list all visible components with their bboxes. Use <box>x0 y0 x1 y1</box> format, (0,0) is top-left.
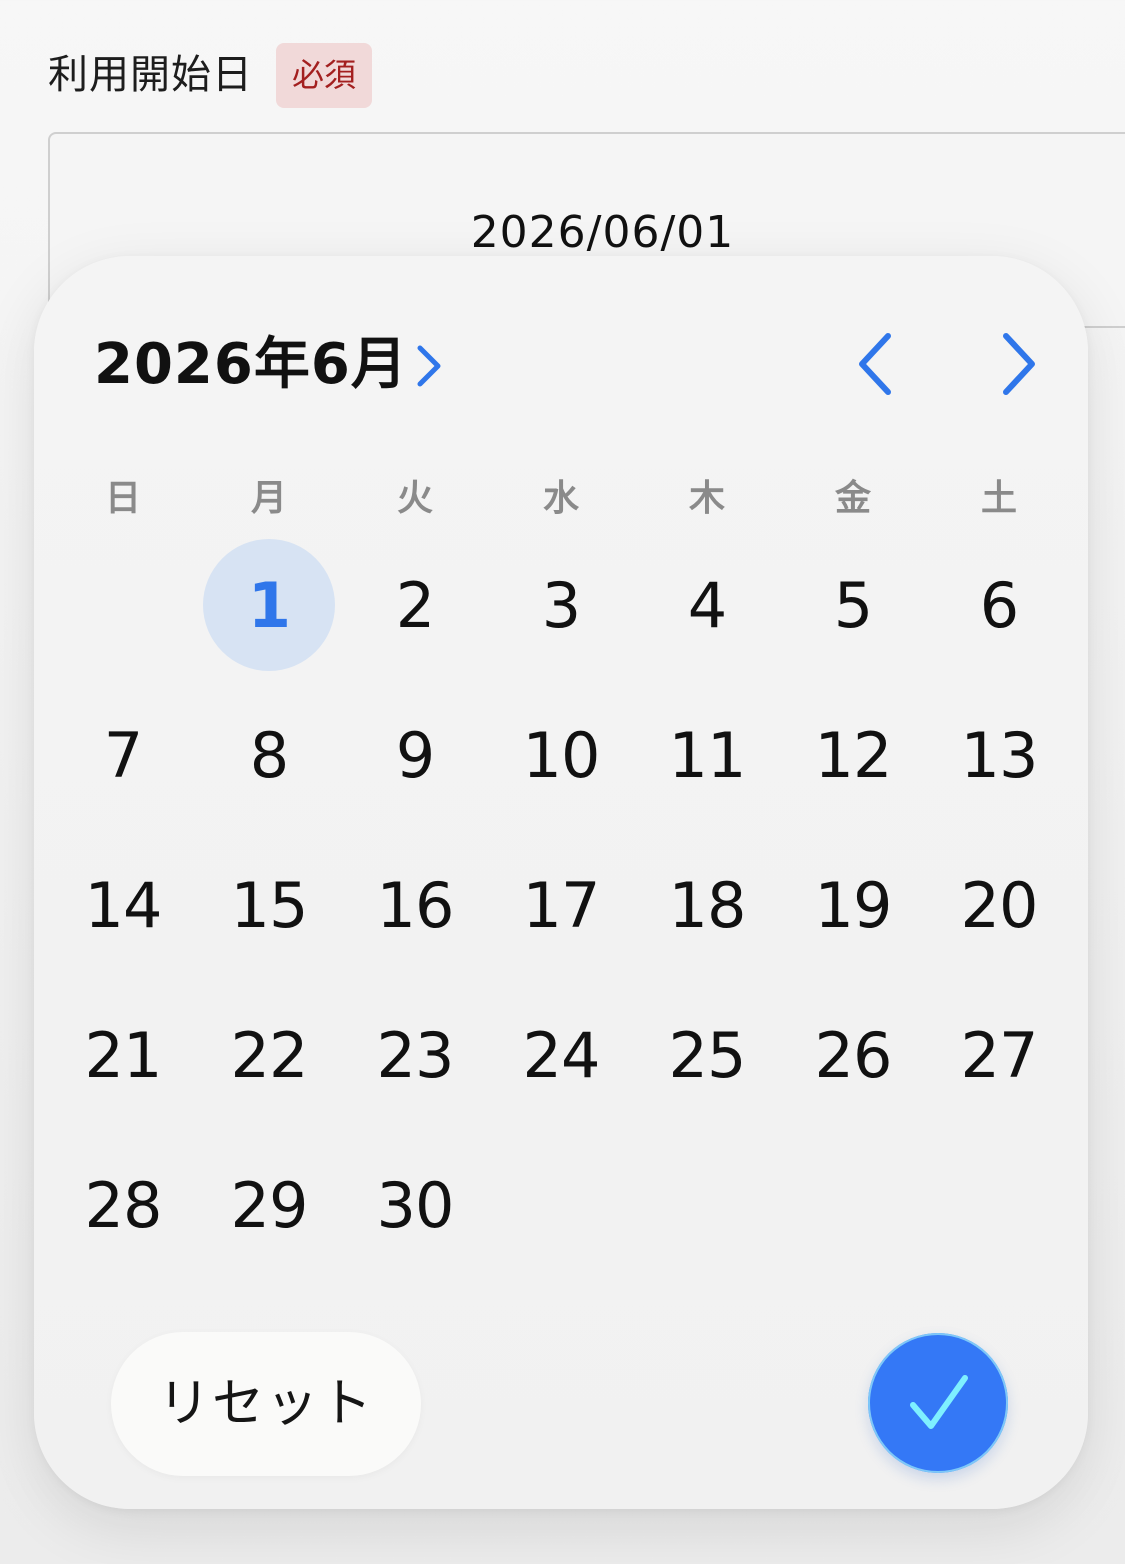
calendar-day-number: 20 <box>960 868 1039 942</box>
calendar-day[interactable]: 24 <box>488 980 634 1130</box>
calendar-day[interactable]: 21 <box>50 980 196 1130</box>
calendar-day[interactable]: 11 <box>634 680 780 830</box>
calendar-day[interactable]: 29 <box>196 1130 342 1280</box>
chevron-right-icon[interactable] <box>410 338 450 394</box>
field-label: 利用開始日 <box>48 52 253 98</box>
weekday-sat: 土 <box>980 478 1017 519</box>
calendar-day-number: 28 <box>84 1168 163 1242</box>
calendar-day-number: 4 <box>687 568 727 642</box>
calendar-day[interactable]: 15 <box>196 830 342 980</box>
calendar-day-number: 24 <box>522 1018 601 1092</box>
reset-button[interactable]: リセット <box>111 1332 421 1476</box>
weekday-tue: 火 <box>396 478 433 519</box>
calendar-day[interactable]: 16 <box>342 830 488 980</box>
weekday-mon: 月 <box>250 478 287 519</box>
confirm-button[interactable] <box>868 1333 1008 1473</box>
calendar-day[interactable]: 9 <box>342 680 488 830</box>
calendar-day-number: 7 <box>103 718 143 792</box>
calendar-day-number: 3 <box>541 568 581 642</box>
weekday-header: 日 月 火 水 木 金 土 <box>50 474 1072 524</box>
calendar-day-number: 18 <box>668 868 747 942</box>
calendar-day-number: 6 <box>979 568 1019 642</box>
calendar-day-number: 19 <box>814 868 893 942</box>
calendar-day[interactable]: 13 <box>926 680 1072 830</box>
calendar-day[interactable]: 4 <box>634 530 780 680</box>
calendar-day[interactable]: 19 <box>780 830 926 980</box>
calendar-day-number: 25 <box>668 1018 747 1092</box>
calendar-day[interactable]: 14 <box>50 830 196 980</box>
chevron-right-icon[interactable] <box>984 326 1060 402</box>
calendar-empty-cell <box>50 530 196 680</box>
calendar-day-number: 27 <box>960 1018 1039 1092</box>
calendar-day-number: 1 <box>203 539 335 671</box>
calendar-day[interactable]: 3 <box>488 530 634 680</box>
calendar-day[interactable]: 7 <box>50 680 196 830</box>
calendar-day-number: 12 <box>814 718 893 792</box>
calendar-day-number: 22 <box>230 1018 309 1092</box>
calendar-day[interactable]: 12 <box>780 680 926 830</box>
calendar-day-number: 16 <box>376 868 455 942</box>
calendar-day-number: 9 <box>395 718 435 792</box>
weekday-wed: 水 <box>542 478 579 519</box>
calendar-day[interactable]: 8 <box>196 680 342 830</box>
checkmark-icon <box>910 1375 968 1429</box>
calendar-day-number: 23 <box>376 1018 455 1092</box>
calendar-day[interactable]: 6 <box>926 530 1072 680</box>
calendar-month-title[interactable]: 2026年6月 <box>94 332 408 398</box>
calendar-day-number: 15 <box>230 868 309 942</box>
calendar-day-number: 8 <box>249 718 289 792</box>
calendar-day-number: 29 <box>230 1168 309 1242</box>
calendar-day-number: 11 <box>668 718 747 792</box>
weekday-fri: 金 <box>834 478 871 519</box>
weekday-thu: 木 <box>688 478 725 519</box>
calendar-day-selected[interactable]: 1 <box>196 530 342 680</box>
calendar-day-number: 30 <box>376 1168 455 1242</box>
calendar-day[interactable]: 27 <box>926 980 1072 1130</box>
calendar-day-number: 13 <box>960 718 1039 792</box>
calendar-day[interactable]: 23 <box>342 980 488 1130</box>
calendar-day-number: 21 <box>84 1018 163 1092</box>
calendar-day[interactable]: 20 <box>926 830 1072 980</box>
calendar-day[interactable]: 2 <box>342 530 488 680</box>
calendar-day[interactable]: 26 <box>780 980 926 1130</box>
calendar-day[interactable]: 17 <box>488 830 634 980</box>
date-input-value: 2026/06/01 <box>470 207 735 258</box>
calendar-day[interactable]: 28 <box>50 1130 196 1280</box>
calendar-day[interactable]: 25 <box>634 980 780 1130</box>
required-badge: 必須 <box>276 43 372 108</box>
calendar-day[interactable]: 5 <box>780 530 926 680</box>
calendar-day-number: 14 <box>84 868 163 942</box>
calendar-day-number: 26 <box>814 1018 893 1092</box>
calendar-days-grid: 1 2 3 4 5 6 7 8 9 10 11 12 13 14 15 16 1… <box>50 530 1072 1280</box>
weekday-sun: 日 <box>104 478 141 519</box>
calendar-day-number: 5 <box>833 568 873 642</box>
calendar-day-number: 10 <box>522 718 601 792</box>
calendar-day[interactable]: 22 <box>196 980 342 1130</box>
calendar-day[interactable]: 18 <box>634 830 780 980</box>
calendar-popover: 2026年6月 日 月 火 水 木 金 土 1 2 3 4 5 6 7 8 9 … <box>34 256 1088 1509</box>
chevron-left-icon[interactable] <box>840 326 916 402</box>
calendar-day-number: 17 <box>522 868 601 942</box>
calendar-day[interactable]: 30 <box>342 1130 488 1280</box>
calendar-day[interactable]: 10 <box>488 680 634 830</box>
calendar-day-number: 2 <box>395 568 435 642</box>
